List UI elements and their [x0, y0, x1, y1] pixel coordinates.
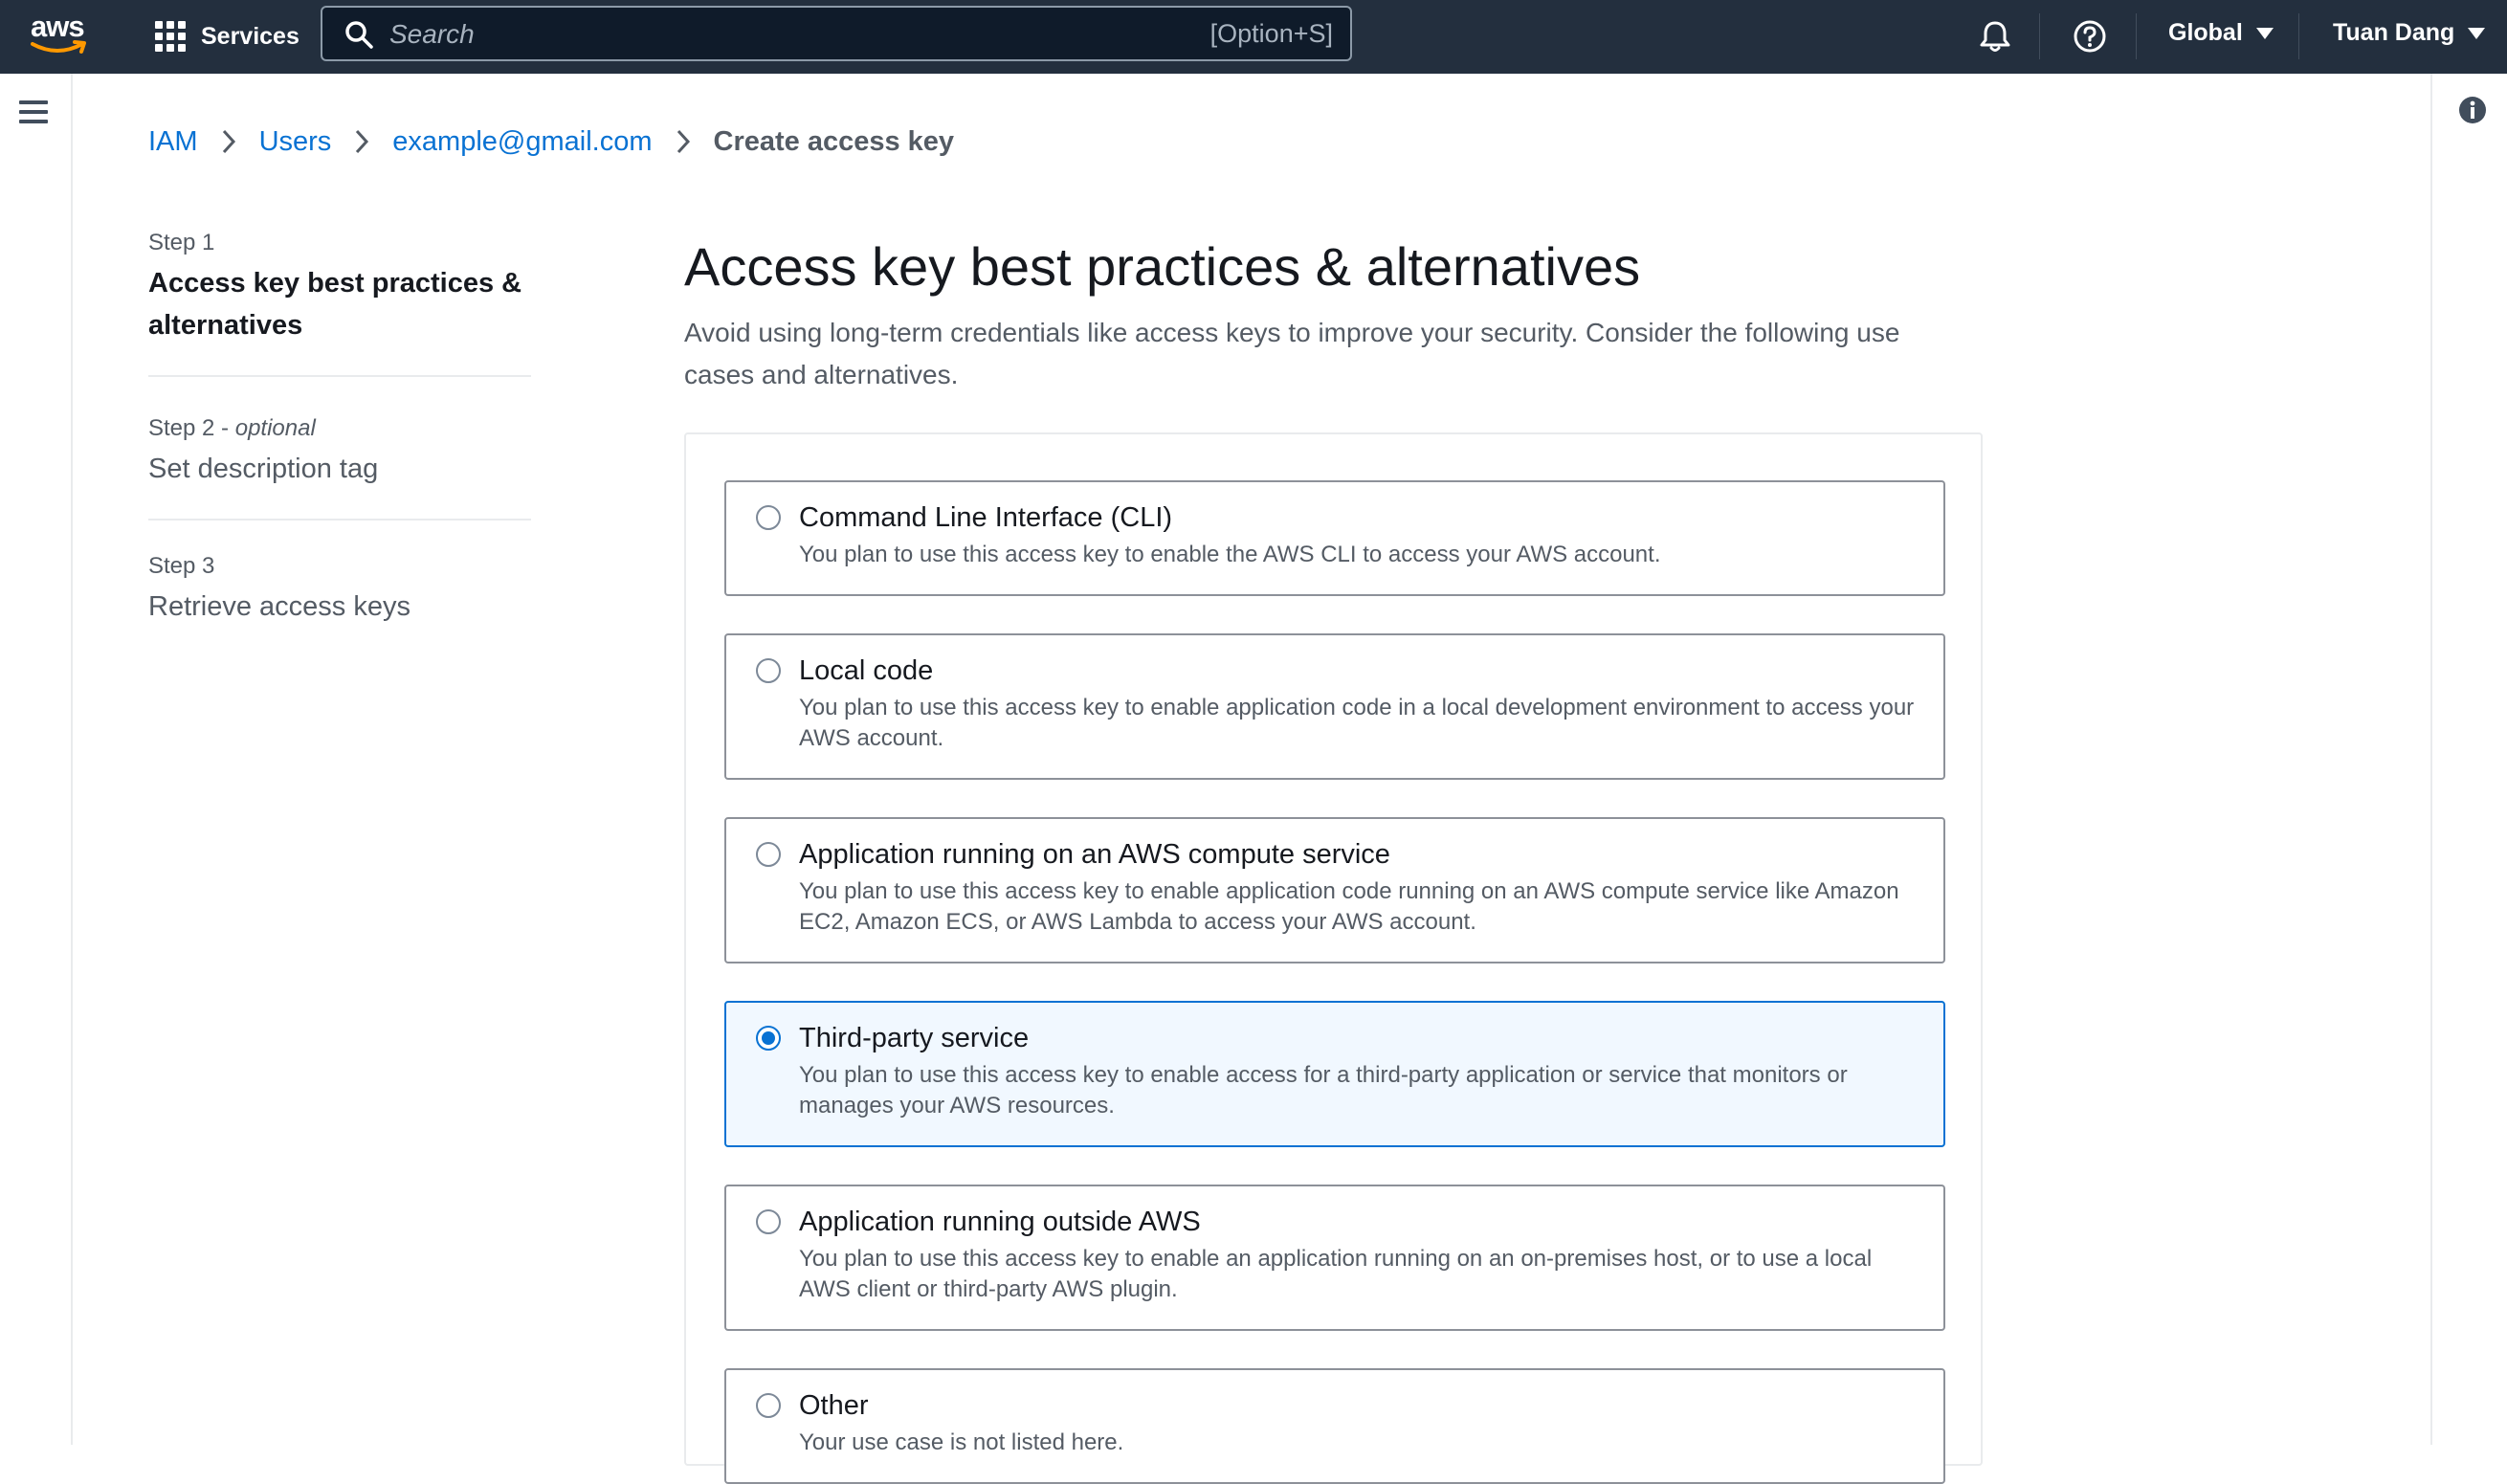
- nav-divider: [2039, 13, 2040, 59]
- step-1: Step 1 Access key best practices & alter…: [148, 230, 531, 377]
- search-icon: [345, 21, 373, 49]
- option-other[interactable]: Other Your use case is not listed here.: [724, 1368, 1945, 1484]
- radio-button[interactable]: [756, 842, 781, 867]
- use-case-container: Command Line Interface (CLI) You plan to…: [684, 432, 1983, 1484]
- wizard-steps: Step 1 Access key best practices & alter…: [148, 230, 531, 628]
- search-input[interactable]: [388, 15, 1138, 54]
- option-local-code[interactable]: Local code You plan to use this access k…: [724, 633, 1945, 780]
- page-description: Avoid using long-term credentials like a…: [684, 318, 1900, 389]
- caret-down-icon: [2255, 27, 2274, 39]
- option-description: Your use case is not listed here.: [799, 1429, 1124, 1455]
- account-menu[interactable]: Tuan Dang: [2333, 19, 2486, 47]
- nav-divider: [2298, 13, 2299, 59]
- services-label: Services: [201, 22, 300, 50]
- option-description: You plan to use this access key to enabl…: [799, 1062, 1848, 1119]
- breadcrumb-link-iam[interactable]: IAM: [148, 126, 198, 158]
- region-label: Global: [2168, 19, 2243, 46]
- radio-button[interactable]: [756, 1209, 781, 1234]
- step-3: Step 3 Retrieve access keys: [148, 521, 531, 628]
- menu-hamburger-icon[interactable]: [19, 100, 50, 127]
- step-number: Step 2 - optional: [148, 415, 316, 441]
- step-optional-label: optional: [234, 415, 316, 441]
- radio-button-selected[interactable]: [756, 1026, 781, 1051]
- step-2: Step 2 - optional Set description tag: [148, 377, 531, 521]
- info-icon[interactable]: [2457, 95, 2488, 125]
- step-link-retrieve-access-keys[interactable]: Retrieve access keys: [148, 586, 531, 628]
- radio-button[interactable]: [756, 1393, 781, 1418]
- radio-button[interactable]: [756, 505, 781, 530]
- option-description: You plan to use this access key to enabl…: [799, 1246, 1873, 1302]
- services-menu-button[interactable]: Services: [155, 17, 300, 55]
- option-title: Application running outside AWS: [799, 1207, 1201, 1237]
- option-title: Application running on an AWS compute se…: [799, 839, 1390, 870]
- caret-down-icon: [2468, 27, 2486, 39]
- breadcrumb-link-users[interactable]: Users: [259, 126, 332, 158]
- option-title: Command Line Interface (CLI): [799, 502, 1173, 533]
- option-description: You plan to use this access key to enabl…: [799, 695, 1915, 751]
- option-title: Other: [799, 1390, 869, 1421]
- option-outside-aws[interactable]: Application running outside AWS You plan…: [724, 1185, 1945, 1331]
- step-number-text: Step 2: [148, 415, 215, 441]
- region-selector[interactable]: Global: [2168, 19, 2274, 47]
- radio-button[interactable]: [756, 658, 781, 683]
- services-grid-icon: [155, 21, 186, 52]
- aws-logo[interactable]: aws: [29, 10, 92, 57]
- breadcrumb-link-user[interactable]: example@gmail.com: [392, 126, 652, 158]
- page-title: Access key best practices & alternatives: [684, 236, 1641, 297]
- chevron-right-icon: [676, 128, 691, 155]
- breadcrumb: IAM Users example@gmail.com Create acces…: [148, 122, 954, 161]
- help-icon[interactable]: [2071, 17, 2109, 55]
- chevron-right-icon: [354, 128, 369, 155]
- option-title: Local code: [799, 655, 934, 686]
- step-link-set-description-tag[interactable]: Set description tag: [148, 448, 531, 490]
- option-aws-compute-service[interactable]: Application running on an AWS compute se…: [724, 817, 1945, 963]
- navigation-rail: [0, 74, 73, 1445]
- global-search[interactable]: [Option+S]: [321, 6, 1352, 61]
- account-label: Tuan Dang: [2333, 19, 2455, 46]
- option-third-party-service[interactable]: Third-party service You plan to use this…: [724, 1001, 1945, 1147]
- search-shortcut-hint: [Option+S]: [1209, 19, 1333, 48]
- option-cli[interactable]: Command Line Interface (CLI) You plan to…: [724, 480, 1945, 596]
- step-number: Step 1: [148, 230, 215, 255]
- step-number: Step 3: [148, 553, 215, 579]
- tools-rail: [2430, 74, 2507, 1445]
- option-description: You plan to use this access key to enabl…: [799, 542, 1661, 567]
- option-title: Third-party service: [799, 1023, 1030, 1053]
- notifications-bell-icon[interactable]: [1976, 17, 2014, 55]
- option-description: You plan to use this access key to enabl…: [799, 878, 1899, 935]
- nav-divider: [2136, 13, 2137, 59]
- step-title: Access key best practices & alternatives: [148, 268, 522, 341]
- aws-smile-icon: [31, 40, 86, 54]
- top-navigation: aws Services [Option+S] Global Tuan: [0, 0, 2507, 74]
- breadcrumb-current: Create access key: [713, 125, 955, 157]
- chevron-right-icon: [221, 128, 236, 155]
